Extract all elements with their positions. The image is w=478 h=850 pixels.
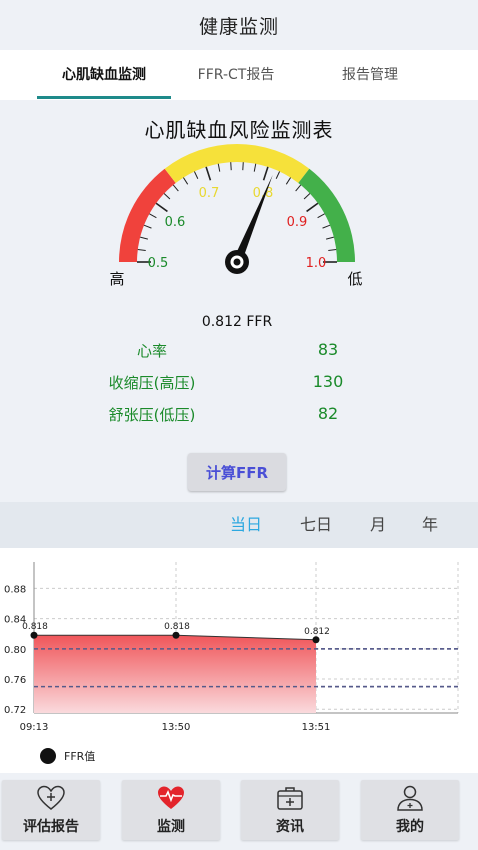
chart-x-tick-labels: 09:13 13:50 13:51 <box>20 722 331 733</box>
chart-y-tick-label: 0.76 <box>4 675 26 686</box>
tab-ffr-ct-report[interactable]: FFR-CT报告 <box>172 50 300 100</box>
gauge-minor-tick <box>328 248 337 251</box>
gauge-minor-tick <box>295 184 302 192</box>
chart-x-tick-label: 13:50 <box>162 722 191 733</box>
gauge-minor-tick <box>149 213 157 219</box>
chart-y-tick-label: 0.72 <box>4 705 26 716</box>
gauge-minor-tick <box>253 163 257 172</box>
ffr-data-point <box>172 631 180 639</box>
risk-gauge: 0.5 0.6 0.7 0.8 0.9 1.0 高 低 <box>109 144 363 288</box>
diastolic-label: 舒张压(低压) <box>108 406 196 424</box>
gauge-minor-tick <box>140 236 149 240</box>
nav-label-monitor: 监测 <box>157 819 185 835</box>
gauge-minor-tick <box>285 177 292 185</box>
nav-label-news: 资讯 <box>276 819 304 835</box>
gauge-minor-tick <box>137 248 146 251</box>
systolic-value: 130 <box>312 372 344 391</box>
gauge-minor-tick <box>143 224 152 229</box>
nav-label-profile: 我的 <box>396 819 424 835</box>
gauge-minor-tick <box>317 213 325 219</box>
nav-label-assessment: 评估报告 <box>23 819 79 835</box>
chart-legend: FFR值 <box>40 748 95 764</box>
gauge-minor-tick <box>163 193 171 200</box>
gauge-major-tick <box>205 166 212 181</box>
tab-ischemia-monitor[interactable]: 心肌缺血监测 <box>37 50 171 100</box>
calculate-ffr-button[interactable]: 计算FFR <box>188 453 286 491</box>
heart-pulse-icon <box>158 786 184 809</box>
chart-y-tick-label: 0.80 <box>4 645 26 656</box>
range-tab-month[interactable]: 月 <box>370 502 386 548</box>
ffr-area-fill <box>34 635 316 713</box>
legend-label: FFR值 <box>64 750 96 763</box>
gauge-minor-tick <box>193 171 199 179</box>
gauge-label-0-9: 0.9 <box>287 215 308 230</box>
heart-plus-icon <box>37 785 65 810</box>
range-tab-today[interactable]: 当日 <box>230 502 262 548</box>
legend-dot-icon <box>40 748 56 764</box>
gauge-minor-tick <box>172 184 179 192</box>
systolic-label: 收缩压(高压) <box>108 374 196 392</box>
gauge-low-label: 低 <box>347 270 362 288</box>
ffr-chart-svg: 0.720.760.800.840.88 09:13 13:50 13:51 0.8… <box>4 562 459 733</box>
diastolic-value: 82 <box>317 404 339 423</box>
tab-report-management[interactable]: 报告管理 <box>306 50 434 100</box>
chart-data-label: 0.818 <box>164 622 190 632</box>
gauge-minor-tick <box>325 236 334 240</box>
bottom-nav: 评估报告 监测 资讯 我的 <box>0 773 478 850</box>
gauge-high-label: 高 <box>109 270 124 288</box>
gauge-major-tick <box>262 166 269 181</box>
range-tab-year[interactable]: 年 <box>422 502 438 548</box>
heart-rate-label: 心率 <box>136 342 167 360</box>
gauge-minor-tick <box>275 171 281 179</box>
time-range-bar: 当日 七日 月 年 <box>0 502 478 548</box>
chart-data-label: 0.818 <box>22 622 48 632</box>
chart-x-tick-label: 09:13 <box>20 722 49 733</box>
gauge-label-0-5: 0.5 <box>148 256 169 271</box>
gauge-label-1-0: 1.0 <box>306 256 327 271</box>
nav-news[interactable]: 资讯 <box>241 780 339 840</box>
nav-assessment-report[interactable]: 评估报告 <box>2 780 100 840</box>
gauge-minor-tick <box>230 162 232 171</box>
user-icon <box>397 785 423 811</box>
nav-profile[interactable]: 我的 <box>361 780 459 840</box>
heart-rate-value: 83 <box>317 340 339 359</box>
ffr-value: 0.812 FFR <box>201 314 273 330</box>
gauge-minor-tick <box>303 193 311 200</box>
gauge-major-tick <box>155 202 168 213</box>
chart-y-tick-label: 0.88 <box>4 584 26 595</box>
chart-y-tick-labels: 0.720.760.800.840.88 <box>4 584 26 716</box>
ffr-data-point <box>312 636 320 644</box>
gauge-color-arcs <box>119 144 355 262</box>
nav-monitor[interactable]: 监测 <box>122 780 220 840</box>
gauge-label-0-6: 0.6 <box>165 215 186 230</box>
gauge-arc-segment <box>164 144 310 183</box>
gauge-minor-tick <box>217 163 221 172</box>
page-title: 健康监测 <box>198 15 279 38</box>
gauge-hub-center <box>233 258 241 266</box>
medical-kit-icon <box>277 787 303 810</box>
gauge-minor-tick <box>322 224 331 229</box>
ffr-trend-chart: 0.72 0.76 0.80 0.84 0.88 09:13 13:50 13:51 0.8… <box>0 548 478 773</box>
ffr-data-point <box>30 631 38 639</box>
gauge-minor-tick <box>242 162 244 171</box>
app-header: 健康监测 <box>0 0 478 50</box>
tab-active-indicator <box>37 96 171 99</box>
range-tab-seven-days[interactable]: 七日 <box>300 502 332 548</box>
gauge-minor-tick <box>182 177 189 185</box>
gauge-label-0-7: 0.7 <box>199 186 220 201</box>
gauge-major-tick <box>306 202 319 213</box>
chart-x-tick-label: 13:51 <box>302 722 331 733</box>
chart-data-label: 0.812 <box>304 627 330 637</box>
risk-monitor-panel: 心肌缺血风险监测表 0.5 0.6 0.7 0.8 0.9 1.0 高 低 0.… <box>0 100 478 502</box>
top-tab-bar: 心肌缺血监测 FFR-CT报告 报告管理 <box>0 50 478 100</box>
